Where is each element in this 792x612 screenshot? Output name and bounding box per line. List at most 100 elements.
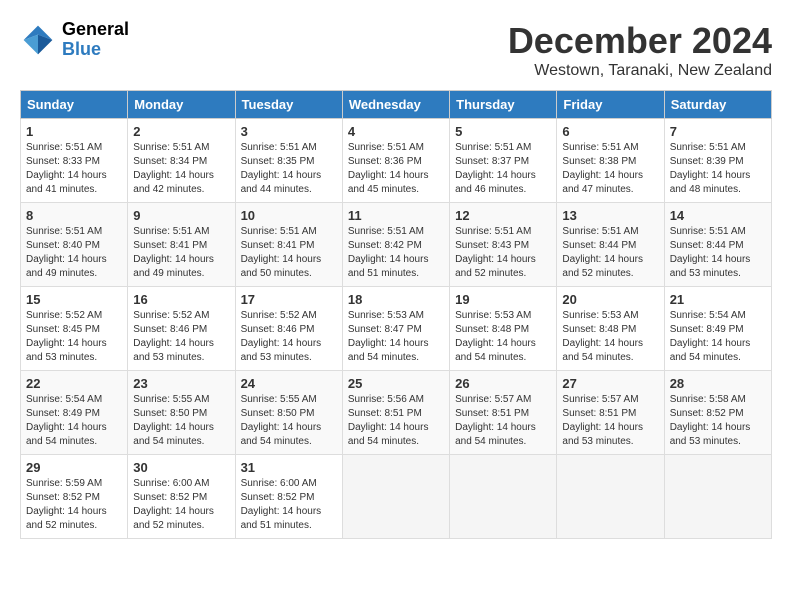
- sunrise-label: Sunrise: 5:56 AM: [348, 394, 424, 405]
- sunrise-label: Sunrise: 5:57 AM: [562, 394, 638, 405]
- calendar-cell: 26Sunrise: 5:57 AMSunset: 8:51 PMDayligh…: [450, 371, 557, 455]
- daylight-label: Daylight: 14 hours and 52 minutes.: [562, 254, 643, 279]
- calendar-cell: [450, 455, 557, 539]
- sunrise-label: Sunrise: 5:51 AM: [455, 226, 531, 237]
- sunset-label: Sunset: 8:41 PM: [133, 240, 207, 251]
- sunset-label: Sunset: 8:47 PM: [348, 324, 422, 335]
- daylight-label: Daylight: 14 hours and 41 minutes.: [26, 170, 107, 195]
- header-thursday: Thursday: [450, 91, 557, 119]
- day-number: 28: [670, 376, 766, 391]
- header-tuesday: Tuesday: [235, 91, 342, 119]
- day-detail: Sunrise: 5:51 AMSunset: 8:43 PMDaylight:…: [455, 225, 551, 281]
- header-wednesday: Wednesday: [342, 91, 449, 119]
- day-detail: Sunrise: 5:53 AMSunset: 8:48 PMDaylight:…: [455, 309, 551, 365]
- calendar-cell: 23Sunrise: 5:55 AMSunset: 8:50 PMDayligh…: [128, 371, 235, 455]
- day-number: 8: [26, 208, 122, 223]
- day-number: 17: [241, 292, 337, 307]
- day-detail: Sunrise: 6:00 AMSunset: 8:52 PMDaylight:…: [241, 477, 337, 533]
- day-detail: Sunrise: 5:51 AMSunset: 8:41 PMDaylight:…: [241, 225, 337, 281]
- daylight-label: Daylight: 14 hours and 51 minutes.: [348, 254, 429, 279]
- month-title: December 2024: [508, 20, 772, 62]
- calendar-cell: 7Sunrise: 5:51 AMSunset: 8:39 PMDaylight…: [664, 119, 771, 203]
- day-detail: Sunrise: 5:57 AMSunset: 8:51 PMDaylight:…: [562, 393, 658, 449]
- daylight-label: Daylight: 14 hours and 54 minutes.: [670, 338, 751, 363]
- day-number: 1: [26, 124, 122, 139]
- sunset-label: Sunset: 8:36 PM: [348, 156, 422, 167]
- sunset-label: Sunset: 8:48 PM: [562, 324, 636, 335]
- daylight-label: Daylight: 14 hours and 54 minutes.: [348, 422, 429, 447]
- daylight-label: Daylight: 14 hours and 45 minutes.: [348, 170, 429, 195]
- sunset-label: Sunset: 8:52 PM: [133, 492, 207, 503]
- sunset-label: Sunset: 8:44 PM: [670, 240, 744, 251]
- day-number: 3: [241, 124, 337, 139]
- day-number: 27: [562, 376, 658, 391]
- calendar-cell: 16Sunrise: 5:52 AMSunset: 8:46 PMDayligh…: [128, 287, 235, 371]
- daylight-label: Daylight: 14 hours and 49 minutes.: [26, 254, 107, 279]
- day-number: 13: [562, 208, 658, 223]
- week-row-2: 8 Sunrise: 5:51 AM Sunset: 8:40 PM Daylight…: [21, 203, 772, 287]
- sunset-label: Sunset: 8:51 PM: [455, 408, 529, 419]
- week-row-1: 1Sunrise: 5:51 AMSunset: 8:33 PMDaylight…: [21, 119, 772, 203]
- daylight-label: Daylight: 14 hours and 44 minutes.: [241, 170, 322, 195]
- sunrise-label: Sunrise: 5:51 AM: [133, 226, 209, 237]
- week-row-3: 15 Sunrise: 5:52 AMSunset: 8:45 PMDayligh…: [21, 287, 772, 371]
- day-number: 10: [241, 208, 337, 223]
- sunset-label: Sunset: 8:46 PM: [133, 324, 207, 335]
- calendar-cell: 31 Sunrise: 6:00 AMSunset: 8:52 PMDayligh…: [235, 455, 342, 539]
- day-number: 20: [562, 292, 658, 307]
- sunrise-label: Sunrise: 5:51 AM: [348, 142, 424, 153]
- calendar-cell: 12Sunrise: 5:51 AMSunset: 8:43 PMDayligh…: [450, 203, 557, 287]
- sunrise-label: Sunrise: 5:51 AM: [348, 226, 424, 237]
- page-header: General Blue December 2024 Westown, Tara…: [20, 20, 772, 80]
- day-detail: Sunrise: 5:51 AMSunset: 8:39 PMDaylight:…: [670, 141, 766, 197]
- calendar-cell: 14Sunrise: 5:51 AMSunset: 8:44 PMDayligh…: [664, 203, 771, 287]
- sunrise-label: Sunrise: 5:51 AM: [670, 142, 746, 153]
- sunset-label: Sunset: 8:50 PM: [241, 408, 315, 419]
- sunrise-label: Sunrise: 5:58 AM: [670, 394, 746, 405]
- daylight-label: Daylight: 14 hours and 54 minutes.: [562, 338, 643, 363]
- day-number: 2: [133, 124, 229, 139]
- sunrise-label: Sunrise: 5:52 AM: [26, 310, 102, 321]
- daylight-label: Daylight: 14 hours and 54 minutes.: [133, 422, 214, 447]
- sunset-label: Sunset: 8:48 PM: [455, 324, 529, 335]
- day-detail: Sunrise: 6:00 AMSunset: 8:52 PMDaylight:…: [133, 477, 229, 533]
- day-number: 15: [26, 292, 122, 307]
- calendar-cell: [664, 455, 771, 539]
- daylight-label: Daylight: 14 hours and 52 minutes.: [455, 254, 536, 279]
- sunrise-label: Sunrise: 5:54 AM: [670, 310, 746, 321]
- calendar-cell: 15 Sunrise: 5:52 AMSunset: 8:45 PMDayligh…: [21, 287, 128, 371]
- daylight-label: Daylight: 14 hours and 52 minutes.: [133, 506, 214, 531]
- day-number: 16: [133, 292, 229, 307]
- calendar-table: SundayMondayTuesdayWednesdayThursdayFrid…: [20, 90, 772, 539]
- day-number: 31: [241, 460, 337, 475]
- daylight-label: Daylight: 14 hours and 54 minutes.: [26, 422, 107, 447]
- calendar-cell: 2Sunrise: 5:51 AMSunset: 8:34 PMDaylight…: [128, 119, 235, 203]
- daylight-label: Daylight: 14 hours and 42 minutes.: [133, 170, 214, 195]
- sunrise-label: Sunrise: 5:51 AM: [26, 142, 102, 153]
- day-detail: Sunrise: 5:52 AMSunset: 8:45 PMDaylight:…: [26, 309, 122, 365]
- sunset-label: Sunset: 8:52 PM: [26, 492, 100, 503]
- logo: General Blue: [20, 20, 129, 60]
- sunrise-label: Sunrise: 5:51 AM: [133, 142, 209, 153]
- daylight-label: Daylight: 14 hours and 53 minutes.: [670, 254, 751, 279]
- daylight-label: Daylight: 14 hours and 46 minutes.: [455, 170, 536, 195]
- day-detail: Sunrise: 5:53 AMSunset: 8:47 PMDaylight:…: [348, 309, 444, 365]
- calendar-cell: 27 Sunrise: 5:57 AMSunset: 8:51 PMDayligh…: [557, 371, 664, 455]
- day-detail: Sunrise: 5:51 AMSunset: 8:37 PMDaylight:…: [455, 141, 551, 197]
- sunset-label: Sunset: 8:40 PM: [26, 240, 100, 251]
- title-area: December 2024 Westown, Taranaki, New Zea…: [508, 20, 772, 80]
- daylight-label: Daylight: 14 hours and 53 minutes.: [241, 338, 322, 363]
- calendar-cell: 24Sunrise: 5:55 AMSunset: 8:50 PMDayligh…: [235, 371, 342, 455]
- day-detail: Sunrise: 5:51 AMSunset: 8:41 PMDaylight:…: [133, 225, 229, 281]
- day-detail: Sunrise: 5:55 AMSunset: 8:50 PMDaylight:…: [241, 393, 337, 449]
- calendar-cell: 13 Sunrise: 5:51 AMSunset: 8:44 PMDayligh…: [557, 203, 664, 287]
- calendar-cell: 3Sunrise: 5:51 AMSunset: 8:35 PMDaylight…: [235, 119, 342, 203]
- calendar-cell: 28Sunrise: 5:58 AMSunset: 8:52 PMDayligh…: [664, 371, 771, 455]
- day-detail: Sunrise: 5:59 AMSunset: 8:52 PMDaylight:…: [26, 477, 122, 533]
- sunrise-label: Sunrise: 5:51 AM: [26, 226, 102, 237]
- day-number: 23: [133, 376, 229, 391]
- header-monday: Monday: [128, 91, 235, 119]
- sunset-label: Sunset: 8:37 PM: [455, 156, 529, 167]
- day-detail: Sunrise: 5:51 AMSunset: 8:44 PMDaylight:…: [562, 225, 658, 281]
- day-number: 25: [348, 376, 444, 391]
